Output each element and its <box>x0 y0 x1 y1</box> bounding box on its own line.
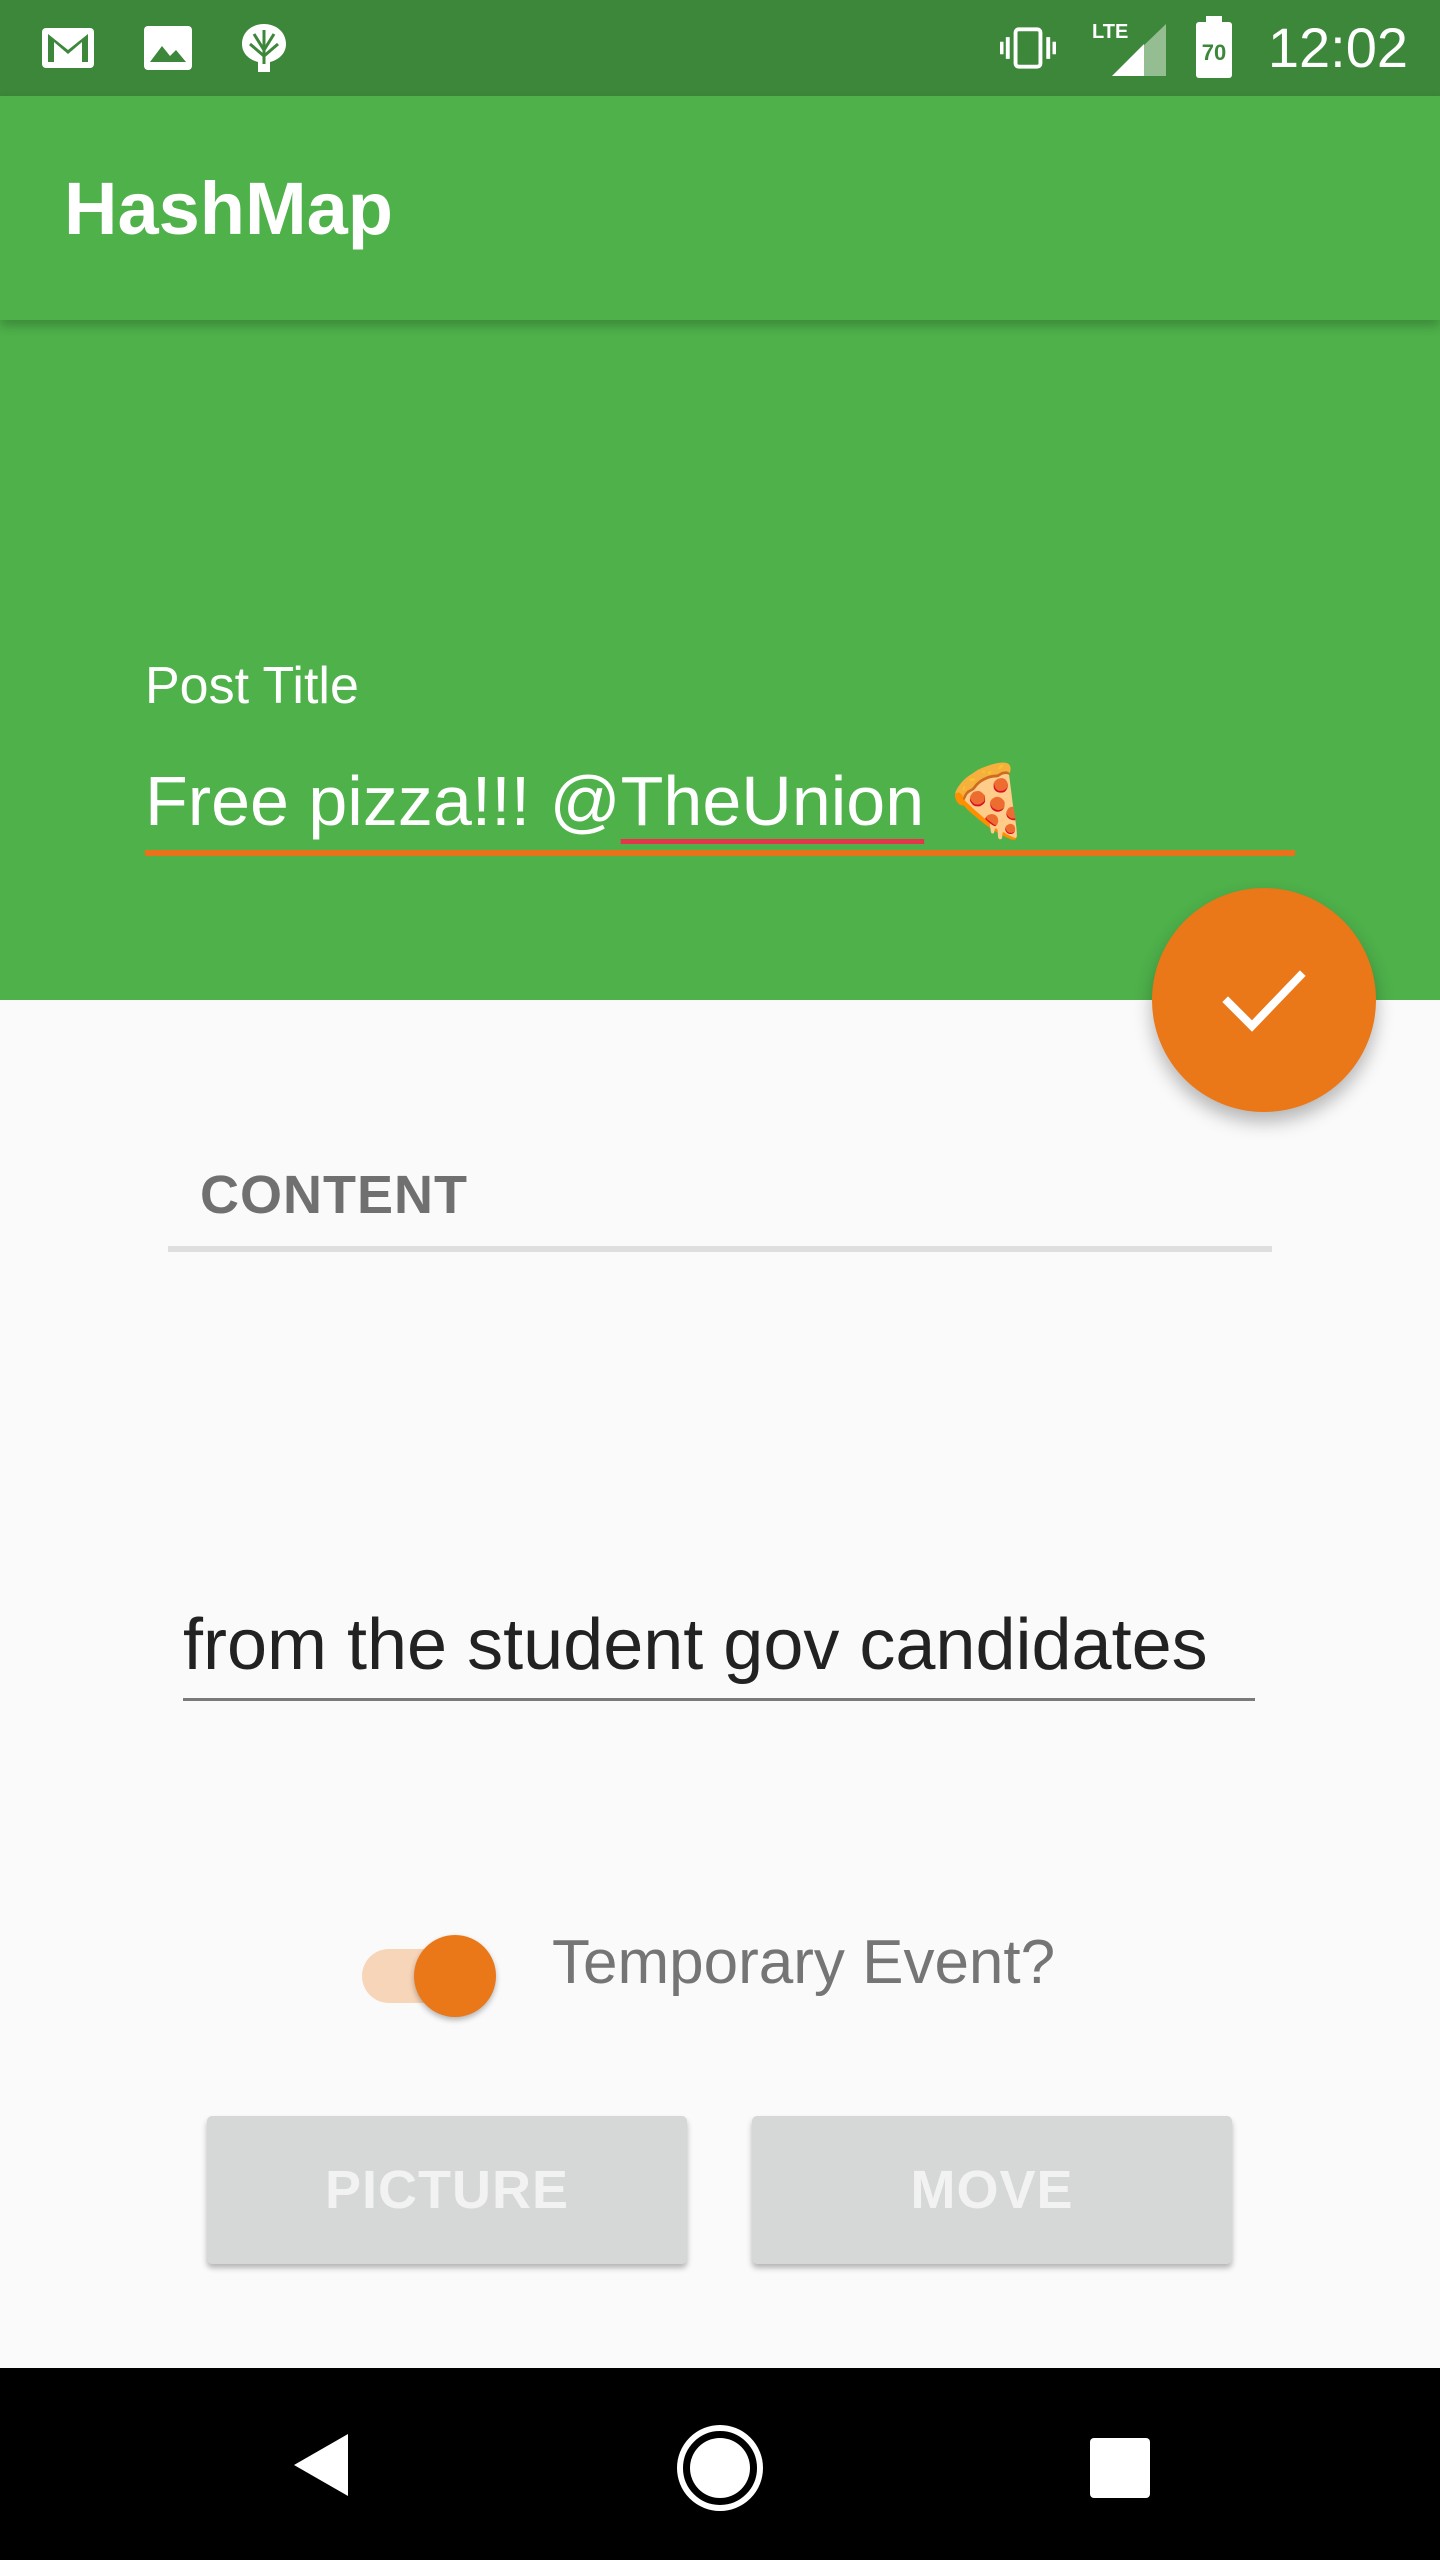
temporary-event-switch[interactable] <box>362 1935 496 2017</box>
post-title-misspelled-word[interactable]: TheUnion <box>621 762 925 840</box>
back-icon[interactable] <box>288 2430 358 2500</box>
battery-level: 70 <box>1202 40 1226 65</box>
app-notification-icon <box>242 24 286 72</box>
app-bar: HashMap <box>0 96 1440 320</box>
picture-button[interactable]: PICTURE <box>207 2116 687 2264</box>
recents-icon[interactable] <box>1090 2438 1150 2498</box>
vibrate-icon <box>1000 27 1056 69</box>
post-title-label: Post Title <box>145 657 359 715</box>
post-title-underline <box>145 850 1295 856</box>
content-input[interactable]: from the student gov candidates <box>183 1600 1208 1690</box>
post-title-text: Free pizza!!! @ <box>145 762 621 840</box>
check-icon <box>1222 970 1306 1032</box>
post-title-input[interactable]: Free pizza!!! @TheUnion 🍕 <box>145 756 1031 846</box>
content-input-underline <box>183 1698 1255 1701</box>
pizza-emoji: 🍕 <box>943 762 1031 840</box>
switch-thumb <box>414 1935 496 2017</box>
svg-text:LTE: LTE <box>1092 21 1128 43</box>
content-divider <box>168 1246 1272 1252</box>
app-title: HashMap <box>64 167 393 250</box>
battery-icon: 70 <box>1196 16 1232 78</box>
move-button[interactable]: MOVE <box>752 2116 1232 2264</box>
content-tab-label[interactable]: CONTENT <box>200 1162 468 1228</box>
submit-fab[interactable] <box>1152 888 1376 1112</box>
gmail-icon <box>42 28 94 68</box>
temporary-event-label: Temporary Event? <box>552 1928 1056 1997</box>
gallery-icon <box>144 26 192 70</box>
home-icon[interactable] <box>674 2422 766 2514</box>
status-bar: LTE 70 12:02 <box>0 0 1440 96</box>
navigation-bar <box>0 2368 1440 2560</box>
clock: 12:02 <box>1267 16 1408 79</box>
lte-signal-icon: LTE <box>1092 21 1166 76</box>
